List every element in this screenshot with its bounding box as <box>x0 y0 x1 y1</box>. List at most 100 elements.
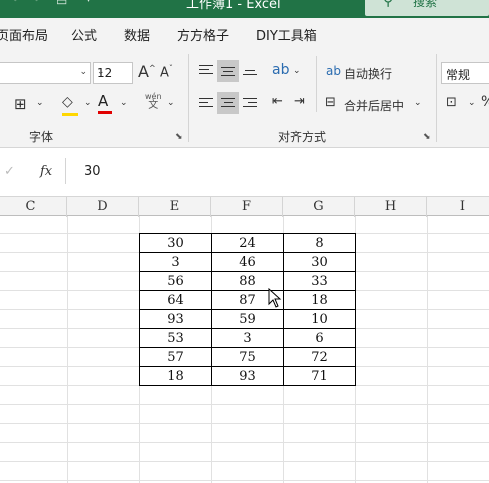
increase-font-button[interactable]: A^ <box>138 62 156 81</box>
column-header-d[interactable]: D <box>67 197 139 217</box>
increase-font-label: A <box>138 62 149 81</box>
table-cell[interactable]: 6 <box>283 328 356 348</box>
column-header-i[interactable]: I <box>427 197 489 217</box>
alignment-dialog-launcher-icon[interactable]: ⬊ <box>423 132 431 142</box>
chevron-down-icon[interactable]: ⌄ <box>84 98 92 108</box>
table-cell[interactable]: 64 <box>139 290 212 310</box>
merge-center-icon: ⊟ <box>325 95 336 110</box>
chevron-down-icon[interactable]: ⌄ <box>293 66 301 76</box>
tab-fangfang-gezi[interactable]: 方方格子 <box>177 25 229 44</box>
table-row: 57 75 72 <box>139 347 356 367</box>
font-size-select[interactable]: 12 ⌄ <box>93 62 133 84</box>
table-row: 18 93 71 <box>139 366 356 386</box>
undo-icon[interactable]: ↶ ↷ <box>12 0 40 8</box>
align-center-button[interactable] <box>217 92 239 114</box>
column-headers: C D E F G H I <box>0 196 489 217</box>
chevron-down-icon[interactable]: ⌄ <box>468 98 476 108</box>
table-cell[interactable]: 71 <box>283 366 356 386</box>
formula-bar: ✓ fx 30 <box>0 148 489 196</box>
phonetic-bottom: 文 <box>148 100 159 111</box>
orientation-icon[interactable]: ab <box>272 62 289 78</box>
chevron-down-icon: ⌄ <box>97 67 105 77</box>
table-cell[interactable]: 30 <box>139 233 212 253</box>
insert-function-button[interactable]: fx <box>40 164 52 179</box>
table-cell[interactable]: 18 <box>283 290 356 310</box>
table-cell[interactable]: 93 <box>139 309 212 329</box>
table-cell[interactable]: 59 <box>211 309 284 329</box>
font-color-letter: A <box>98 92 109 110</box>
column-header-f[interactable]: F <box>211 197 283 217</box>
ribbon-tabs: 页面布局 公式 数据 方方格子 DIY工具箱 <box>0 18 489 48</box>
font-dialog-launcher-icon[interactable]: ⬊ <box>175 132 183 142</box>
table-body: 30 24 8 3 46 30 56 88 33 64 87 18 93 59 10 53 3 6 57 75 72 18… <box>139 233 356 386</box>
column-header-e[interactable]: E <box>139 197 211 217</box>
table-cell[interactable]: 46 <box>211 252 284 272</box>
accounting-format-icon[interactable]: ⊡ <box>446 95 457 110</box>
column-header-g[interactable]: G <box>283 197 355 217</box>
group-divider <box>188 54 189 142</box>
font-name-select[interactable]: ⌄ <box>0 62 91 84</box>
table-cell[interactable]: 33 <box>283 271 356 291</box>
table-cell[interactable]: 3 <box>211 328 284 348</box>
number-format-value: 常规 <box>446 68 471 82</box>
decrease-font-label: A <box>160 65 169 81</box>
table-row: 3 46 30 <box>139 252 356 272</box>
data-table: 30 24 8 3 46 30 56 88 33 64 87 18 93 59 10 53 3 6 57 75 72 18… <box>139 233 356 386</box>
wrap-text-button[interactable]: 自动换行 <box>344 65 392 82</box>
decrease-font-button[interactable]: Aˇ <box>160 64 173 80</box>
group-divider <box>436 54 437 142</box>
fill-color-icon[interactable]: ◇ <box>62 94 78 116</box>
table-cell[interactable]: 3 <box>139 252 212 272</box>
align-bottom-button[interactable] <box>239 60 261 82</box>
search-box[interactable]: ⚲ 搜索 <box>365 0 489 16</box>
font-color-icon[interactable]: A <box>98 92 112 114</box>
align-top-button[interactable] <box>195 60 217 82</box>
chevron-down-icon[interactable]: ⌄ <box>36 98 44 108</box>
formula-input[interactable]: 30 <box>84 164 101 179</box>
column-header-c[interactable]: C <box>0 197 67 217</box>
column-header-h[interactable]: H <box>355 197 427 217</box>
table-cell[interactable]: 75 <box>211 347 284 367</box>
chevron-down-icon[interactable]: ⌄ <box>120 98 128 108</box>
worksheet-grid[interactable]: 30 24 8 3 46 30 56 88 33 64 87 18 93 59 10 53 3 6 57 75 72 18… <box>0 216 489 483</box>
table-row: 93 59 10 <box>139 309 356 329</box>
table-cell[interactable]: 57 <box>139 347 212 367</box>
percent-icon[interactable]: % <box>481 94 489 110</box>
table-row: 56 88 33 <box>139 271 356 291</box>
tab-formulas[interactable]: 公式 <box>71 25 97 44</box>
alignment-group-label: 对齐方式 <box>278 130 327 144</box>
chevron-down-icon[interactable]: ⌄ <box>414 98 422 108</box>
table-cell[interactable]: 24 <box>211 233 284 253</box>
tab-page-layout[interactable]: 页面布局 <box>0 25 48 44</box>
increase-indent-icon[interactable]: ⇥ <box>294 94 305 109</box>
borders-icon[interactable]: ⊞ <box>14 95 27 113</box>
wrap-text-icon: ab <box>326 64 341 78</box>
phonetic-guide-button[interactable]: wén 文 <box>145 92 162 111</box>
customize-qat-icon[interactable]: ▾ <box>86 0 91 5</box>
table-cell[interactable]: 53 <box>139 328 212 348</box>
decrease-indent-icon[interactable]: ⇤ <box>272 94 283 109</box>
table-cell[interactable]: 30 <box>283 252 356 272</box>
table-cell[interactable]: 8 <box>283 233 356 253</box>
font-group-label: 字体 <box>29 130 54 144</box>
align-middle-button[interactable] <box>217 60 239 82</box>
ribbon: ⌄ 12 ⌄ A^ Aˇ ⊞ ⌄ ◇ ⌄ A ⌄ wén 文 ⌄ 字体 ⬊ ab … <box>0 48 489 148</box>
search-icon: ⚲ <box>383 0 394 9</box>
align-right-button[interactable] <box>239 92 261 114</box>
table-cell[interactable]: 72 <box>283 347 356 367</box>
table-cell[interactable]: 18 <box>139 366 212 386</box>
gridline <box>0 480 489 481</box>
quick-access-icon[interactable]: ▭ <box>56 0 67 8</box>
table-cell[interactable]: 93 <box>211 366 284 386</box>
tab-data[interactable]: 数据 <box>124 25 150 44</box>
enter-check-icon[interactable]: ✓ <box>4 164 15 179</box>
table-cell[interactable]: 56 <box>139 271 212 291</box>
align-left-button[interactable] <box>195 92 217 114</box>
chevron-down-icon[interactable]: ⌄ <box>167 98 175 108</box>
tab-diy-toolbox[interactable]: DIY工具箱 <box>256 25 317 44</box>
table-cell[interactable]: 10 <box>283 309 356 329</box>
gridline <box>0 423 489 424</box>
number-format-select[interactable]: 常规 <box>441 62 489 84</box>
merge-center-button[interactable]: 合并后居中 <box>344 97 404 114</box>
table-row: 53 3 6 <box>139 328 356 348</box>
